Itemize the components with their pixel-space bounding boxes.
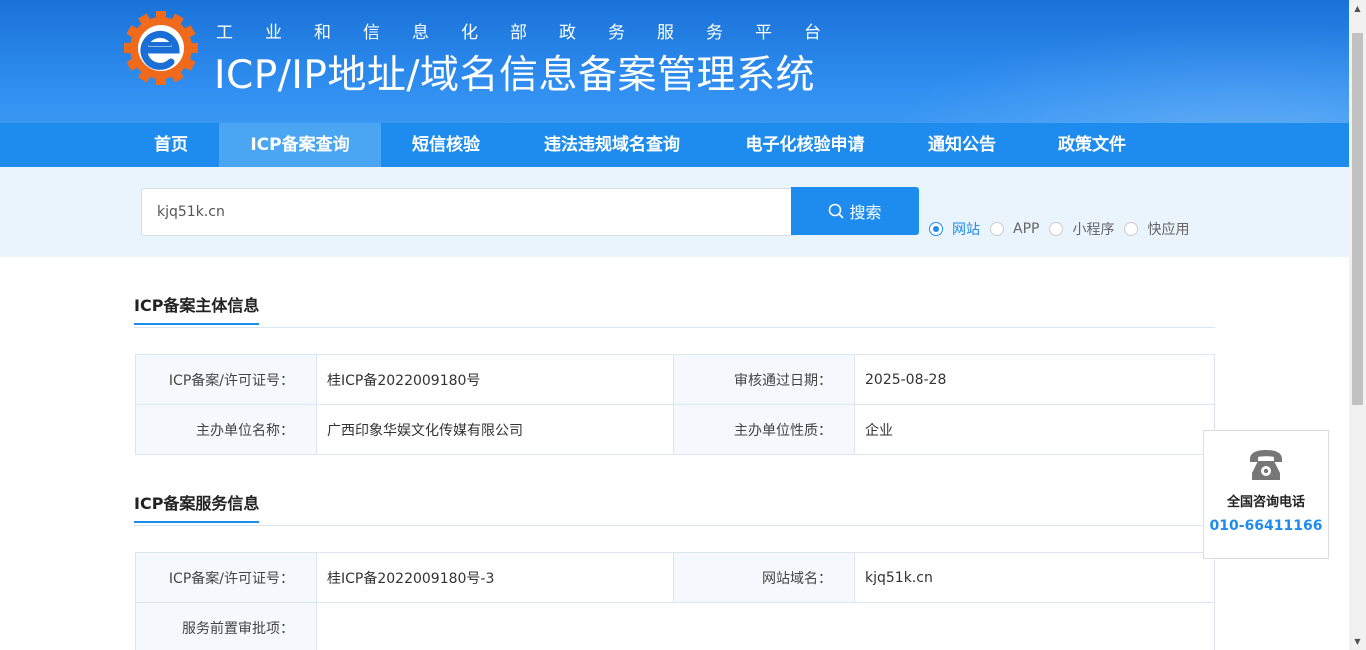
scrollbar[interactable]: ▲ ▼ — [1349, 0, 1366, 650]
subject-section-title: ICP备案主体信息 — [134, 292, 260, 325]
value-organizer-name: 广西印象华娱文化传媒有限公司 — [316, 404, 674, 455]
label-organizer-name: 主办单位名称： — [135, 404, 317, 455]
scroll-up-icon[interactable]: ▲ — [1349, 0, 1366, 17]
nav-icp-query[interactable]: ICP备案查询 — [219, 123, 381, 167]
page: 工业和信息化部政务服务平台 ICP/IP地址/域名信息备案管理系统 首页 ICP… — [0, 0, 1366, 650]
radio-quick-app[interactable]: 快应用 — [1124, 219, 1189, 239]
radio-mini-program[interactable]: 小程序 — [1049, 219, 1114, 239]
nav-illegal-domain-query[interactable]: 违法违规域名查询 — [522, 123, 702, 167]
search-input[interactable] — [141, 188, 793, 236]
service-section-title: ICP备案服务信息 — [134, 490, 260, 523]
label-license-no: ICP备案/许可证号： — [135, 354, 317, 405]
header-title: ICP/IP地址/域名信息备案管理系统 — [214, 53, 816, 98]
search-icon — [829, 203, 844, 219]
value-service-license-no: 桂ICP备2022009180号-3 — [316, 552, 674, 603]
search-button-label: 搜索 — [849, 205, 882, 222]
nav-policy-docs[interactable]: 政策文件 — [1038, 123, 1146, 167]
scrollbar-thumb[interactable] — [1352, 33, 1363, 405]
contact-label: 全国咨询电话 — [1226, 495, 1305, 510]
radio-label: 网站 — [952, 222, 980, 238]
label-organizer-type: 主办单位性质： — [673, 404, 855, 455]
table-row: ICP备案/许可证号： 桂ICP备2022009180号 审核通过日期： 202… — [135, 354, 1215, 405]
table-row: 服务前置审批项： — [135, 602, 1215, 650]
nav-notices[interactable]: 通知公告 — [908, 123, 1016, 167]
miit-logo-icon — [124, 11, 198, 85]
label-website-domain: 网站域名： — [673, 552, 855, 603]
search-type-radio-group: 网站 APP 小程序 快应用 — [929, 219, 1199, 239]
radio-website[interactable]: 网站 — [929, 219, 980, 239]
label-approval-date: 审核通过日期： — [673, 354, 855, 405]
phone-icon — [1204, 447, 1328, 487]
radio-label: 快应用 — [1147, 222, 1190, 238]
section-divider — [134, 525, 1215, 526]
search-button[interactable]: 搜索 — [791, 187, 919, 235]
radio-label: 小程序 — [1072, 222, 1115, 238]
value-website-domain: kjq51k.cn — [854, 552, 1215, 603]
label-pre-approval: 服务前置审批项： — [135, 602, 317, 650]
radio-dot — [990, 222, 1004, 236]
radio-dot — [1049, 222, 1064, 236]
value-approval-date: 2025-08-28 — [854, 354, 1215, 405]
value-license-no: 桂ICP备2022009180号 — [316, 354, 674, 405]
radio-dot — [1124, 222, 1139, 236]
site-header: 工业和信息化部政务服务平台 ICP/IP地址/域名信息备案管理系统 — [0, 0, 1349, 123]
section-divider — [134, 327, 1215, 328]
label-service-license-no: ICP备案/许可证号： — [135, 552, 317, 603]
contact-number: 010-66411166 — [1209, 518, 1323, 534]
search-band: 搜索 网站 APP 小程序 快应用 — [0, 167, 1349, 257]
radio-app[interactable]: APP — [990, 221, 1039, 237]
value-pre-approval — [316, 602, 1215, 650]
table-row: ICP备案/许可证号： 桂ICP备2022009180号-3 网站域名： kjq… — [135, 552, 1215, 603]
header-subtitle: 工业和信息化部政务服务平台 — [216, 23, 853, 43]
nav-sms-verify[interactable]: 短信核验 — [392, 123, 500, 167]
value-organizer-type: 企业 — [854, 404, 1215, 455]
table-row: 主办单位名称： 广西印象华娱文化传媒有限公司 主办单位性质： 企业 — [135, 404, 1215, 455]
service-info-table: ICP备案/许可证号： 桂ICP备2022009180号-3 网站域名： kjq… — [135, 552, 1215, 650]
scroll-down-icon[interactable]: ▼ — [1349, 633, 1366, 650]
radio-dot — [929, 222, 943, 236]
nav-electronic-verify[interactable]: 电子化核验申请 — [724, 123, 886, 167]
subject-info-table: ICP备案/许可证号： 桂ICP备2022009180号 审核通过日期： 202… — [135, 354, 1215, 455]
main-nav: 首页 ICP备案查询 短信核验 违法违规域名查询 电子化核验申请 通知公告 政策… — [0, 123, 1349, 167]
contact-panel[interactable]: 全国咨询电话 010-66411166 — [1203, 430, 1329, 559]
radio-label: APP — [1013, 221, 1040, 237]
nav-home[interactable]: 首页 — [134, 123, 208, 167]
